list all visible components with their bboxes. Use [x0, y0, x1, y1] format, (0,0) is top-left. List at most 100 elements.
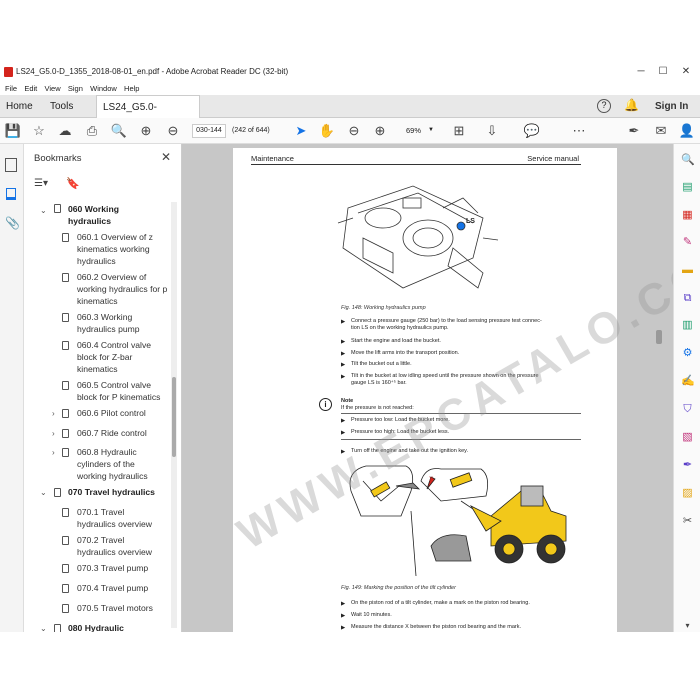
- step-text: On the piston rod of a tilt cylinder, ma…: [351, 600, 530, 606]
- options-menu-icon[interactable]: ☰▾: [34, 178, 48, 189]
- bookmark-item[interactable]: 070.2 Travel hydraulics overview: [77, 534, 159, 558]
- bookmark-item[interactable]: 070.5 Travel motors: [77, 602, 169, 614]
- menu-edit[interactable]: Edit: [24, 82, 37, 95]
- attachment-icon[interactable]: 📎: [5, 216, 20, 230]
- scroll-mode-icon[interactable]: ⇩: [483, 122, 501, 140]
- comment-tool-icon[interactable]: ▬: [681, 264, 694, 277]
- expand-caret-icon[interactable]: ⌄: [40, 206, 47, 215]
- combine-files-icon[interactable]: ⧉: [681, 292, 694, 305]
- maximize-button[interactable]: ☐: [652, 65, 674, 79]
- share-user-icon[interactable]: 👤: [678, 122, 696, 140]
- save-icon[interactable]: 💾: [4, 122, 22, 140]
- menu-bar: File Edit View Sign Window Help: [0, 82, 700, 95]
- print-icon[interactable]: ⎙: [83, 122, 101, 140]
- bullet-arrow-icon: ▶: [341, 374, 346, 380]
- next-page-icon[interactable]: ⊖: [164, 122, 182, 140]
- previous-page-icon[interactable]: ⊕: [137, 122, 155, 140]
- menu-view[interactable]: View: [45, 82, 61, 95]
- zoom-search-icon[interactable]: 🔍: [110, 122, 128, 140]
- create-pdf-icon[interactable]: ▦: [681, 209, 694, 222]
- collapsed-caret-icon[interactable]: ›: [52, 448, 55, 457]
- bookmarks-icon[interactable]: [6, 188, 16, 200]
- send-for-signature-icon[interactable]: ▧: [681, 431, 694, 444]
- expand-caret-icon[interactable]: ⌄: [40, 488, 47, 497]
- bookmark-item[interactable]: 070.1 Travel hydraulics overview: [77, 506, 159, 530]
- close-panel-icon[interactable]: ✕: [161, 150, 171, 164]
- bullet-arrow-icon: ▶: [341, 418, 346, 424]
- bookmark-item[interactable]: 060 Working hydraulics: [68, 203, 148, 227]
- bookmark-item[interactable]: 060.4 Control valve block for Z-bar kine…: [77, 339, 159, 375]
- bookmark-item[interactable]: 060.3 Working hydraulics pump: [77, 311, 159, 335]
- menu-window[interactable]: Window: [90, 82, 117, 95]
- bookmarks-panel: Bookmarks ✕ ☰▾ 🔖 ⌄ 060 Working hydraulic…: [24, 144, 182, 632]
- tab-home[interactable]: Home: [0, 95, 44, 118]
- bookmarks-scrollbar[interactable]: [171, 202, 177, 628]
- bullet-arrow-icon: ▶: [341, 613, 346, 619]
- bookmark-item[interactable]: 070.3 Travel pump: [77, 562, 169, 574]
- page-thumbnails-icon[interactable]: [5, 158, 17, 172]
- star-icon[interactable]: ☆: [30, 122, 48, 140]
- export-pdf-icon[interactable]: ▤: [681, 181, 694, 194]
- fig148-caption: Fig. 148: Working hydraulics pump: [341, 305, 426, 311]
- help-icon[interactable]: ?: [597, 99, 611, 113]
- bookmark-icon: [54, 624, 61, 632]
- collapsed-caret-icon[interactable]: ›: [52, 429, 55, 438]
- chevron-down-icon[interactable]: ▾: [681, 619, 694, 632]
- menu-help[interactable]: Help: [124, 82, 139, 95]
- page-header-right: Service manual: [527, 154, 579, 163]
- hand-tool-icon[interactable]: ✋: [318, 122, 336, 140]
- action-wizard-icon[interactable]: ▨: [681, 487, 694, 500]
- select-cursor-icon[interactable]: ➤: [292, 122, 310, 140]
- bookmark-item[interactable]: 080 Hydraulic: [68, 622, 168, 632]
- chevron-down-icon[interactable]: ▼: [428, 127, 434, 133]
- bookmark-item[interactable]: 060.2 Overview of working hydraulics for…: [77, 271, 169, 307]
- bookmark-item[interactable]: 060.6 Pilot control: [77, 407, 169, 419]
- sign-tool-icon[interactable]: ✒: [681, 459, 694, 472]
- compress-icon[interactable]: ⚙: [681, 347, 694, 360]
- mail-icon[interactable]: ✉: [652, 122, 670, 140]
- bookmark-item[interactable]: 060.1 Overview of z kinematics working h…: [77, 231, 159, 267]
- bookmark-icon: [62, 429, 69, 438]
- document-scrollbar[interactable]: [655, 144, 663, 632]
- left-navigation-rail: 📎: [0, 144, 24, 632]
- note-text: If the pressure is not reached:: [341, 405, 414, 411]
- close-window-button[interactable]: ✕: [675, 65, 697, 79]
- search-icon[interactable]: 🔍: [681, 154, 695, 167]
- more-options-icon[interactable]: ⋯: [570, 122, 588, 140]
- cloud-upload-icon[interactable]: ☁: [56, 122, 74, 140]
- bullet-arrow-icon: ▶: [341, 351, 346, 357]
- menu-file[interactable]: File: [5, 82, 17, 95]
- page-number-input[interactable]: 030-144: [192, 124, 226, 138]
- bell-icon[interactable]: 🔔: [624, 98, 639, 112]
- menu-sign[interactable]: Sign: [68, 82, 83, 95]
- add-bookmark-icon[interactable]: 🔖: [66, 177, 80, 190]
- bookmark-item[interactable]: 070.4 Travel pump: [77, 582, 169, 594]
- fill-sign-icon[interactable]: ✍: [681, 375, 695, 388]
- comment-icon[interactable]: 💬: [523, 122, 541, 140]
- sign-in-link[interactable]: Sign In: [655, 101, 688, 112]
- protect-icon[interactable]: ⛉: [681, 403, 694, 416]
- bookmark-icon: [62, 313, 69, 322]
- zoom-in-icon[interactable]: ⊕: [371, 122, 389, 140]
- scrollbar-thumb[interactable]: [172, 377, 176, 457]
- bookmark-item[interactable]: 070 Travel hydraulics: [68, 486, 174, 498]
- tab-tools[interactable]: Tools: [44, 95, 92, 118]
- edit-pdf-icon[interactable]: ✎: [681, 236, 694, 249]
- bookmark-item[interactable]: 060.7 Ride control: [77, 427, 169, 439]
- minimize-button[interactable]: ─: [630, 65, 652, 79]
- bookmark-item[interactable]: 060.5 Control valve block for P kinemati…: [77, 379, 173, 403]
- scrollbar-thumb[interactable]: [656, 330, 662, 344]
- bookmark-item[interactable]: 060.8 Hydraulic cylinders of the working…: [77, 446, 159, 482]
- tab-document[interactable]: LS24_G5.0-D_1355... ✕: [96, 95, 200, 136]
- sign-pen-icon[interactable]: ✒: [625, 122, 643, 140]
- bullet-arrow-icon: ▶: [341, 362, 346, 368]
- collapsed-caret-icon[interactable]: ›: [52, 409, 55, 418]
- fit-page-icon[interactable]: ⊞: [450, 122, 468, 140]
- expand-caret-icon[interactable]: ⌄: [40, 624, 47, 632]
- organize-pages-icon[interactable]: ▥: [681, 319, 694, 332]
- step-text: gauge LS is 160⁺⁵ bar.: [351, 380, 407, 386]
- zoom-out-icon[interactable]: ⊖: [345, 122, 363, 140]
- more-tools-icon[interactable]: ✂: [681, 515, 694, 528]
- fig149-x-label: X: [429, 477, 433, 483]
- bookmark-icon: [62, 341, 69, 350]
